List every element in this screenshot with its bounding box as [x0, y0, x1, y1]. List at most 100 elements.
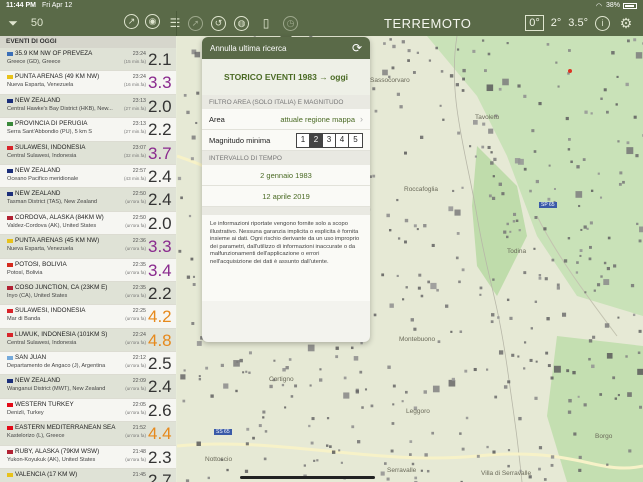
event-marker [281, 383, 285, 387]
area-section-label: FILTRO AREA (SOLO ITALIA) E MAGNITUDO [202, 95, 370, 109]
event-row[interactable]: VALENCIA (17 KM W) 21:45 2.7 [0, 469, 176, 482]
event-marker [388, 228, 392, 232]
event-row[interactable]: SULAWESI, INDONESIA Central Sulawesi, Ind… [0, 141, 176, 165]
event-row[interactable]: LUWUK, INDONESIA (101KM S) Central Sulawe… [0, 328, 176, 353]
event-ago: (un'ora fa) [125, 386, 146, 392]
event-marker [503, 385, 508, 389]
history-icon[interactable]: ↺ [211, 15, 226, 31]
event-marker [235, 389, 238, 393]
refresh-icon[interactable]: ⟳ [352, 41, 362, 55]
event-marker [603, 279, 610, 286]
list-header: EVENTI DI OGGI [0, 36, 176, 48]
count-icon[interactable]: 50 [28, 14, 46, 32]
globe-icon[interactable]: ◉ [145, 14, 160, 29]
event-time: 22:35 [132, 284, 146, 291]
event-row[interactable]: POTOSI, BOLIVIA Potosí, Bolivia 22:35 (un'o… [0, 259, 176, 282]
event-marker [423, 224, 427, 228]
status-time: 11:44 PM [6, 2, 36, 9]
event-row[interactable]: SAN JUAN Departamento de Angaco (J), Arge… [0, 352, 176, 376]
event-marker [288, 358, 292, 361]
event-magnitude: 4.8 [148, 330, 172, 350]
event-marker [180, 196, 183, 200]
date-from-field[interactable]: 2 gennaio 1983 [202, 165, 370, 186]
event-marker [264, 430, 268, 433]
event-marker [550, 455, 555, 459]
flag-icon [7, 262, 13, 267]
event-ago: (un'ora fa) [125, 246, 146, 252]
event-marker [568, 138, 571, 141]
event-marker [192, 283, 196, 286]
map-label-nottoscio: Nottoscio [205, 456, 233, 463]
event-magnitude: 2.2 [148, 283, 172, 303]
event-marker [607, 236, 611, 240]
locate-icon[interactable]: ➚ [188, 15, 203, 31]
event-row[interactable]: NEW ZEALAND Oceano Pacifico meridionale 22… [0, 165, 176, 189]
magnitude-option[interactable]: 5 [349, 133, 362, 147]
clock-icon[interactable]: ◷ [283, 15, 298, 31]
event-marker [588, 339, 593, 343]
event-row[interactable]: SULAWESI, INDONESIA Mar di Banda 22:25 (un'… [0, 305, 176, 329]
event-row[interactable]: PROVINCIA DI PERUGIA Serra Sant'Abbondio … [0, 118, 176, 142]
event-marker [501, 192, 505, 196]
flag-icon [7, 192, 13, 197]
event-marker [638, 239, 642, 243]
event-marker [579, 254, 582, 257]
document-icon[interactable]: ▯ [257, 14, 275, 32]
event-marker [191, 135, 196, 140]
event-marker [575, 191, 583, 198]
magnitude-option[interactable]: 2 [310, 133, 323, 147]
temperature-box[interactable]: 0° [525, 15, 544, 31]
road-sign-ss65: SS 65 [214, 429, 232, 435]
event-row[interactable]: NEW ZEALAND Central Hawke's Bay District … [0, 94, 176, 119]
event-row[interactable]: CORDOVA, ALASKA (84KM W) Valdez-Cordova (… [0, 212, 176, 236]
event-row[interactable]: RUBY, ALASKA (79KM WSW) Yukon-Koyukuk (AK… [0, 446, 176, 470]
compass-icon[interactable]: ↗ [124, 14, 139, 29]
event-marker [600, 275, 603, 278]
event-time: 21:48 [132, 448, 146, 455]
event-time: 23:24 [132, 74, 146, 81]
home-indicator[interactable] [240, 476, 375, 479]
event-marker [613, 264, 617, 268]
event-marker [617, 393, 620, 397]
event-row[interactable]: NEW ZEALAND Wanganui District (MWT), New … [0, 375, 176, 399]
event-place: NEW ZEALAND [15, 377, 61, 385]
event-row[interactable]: COSO JUNCTION, CA (23KM E) Inyo (CA), Uni… [0, 281, 176, 306]
event-row[interactable]: PUNTA ARENAS (49 KM NW) Nueva Esparta, Ve… [0, 71, 176, 95]
event-marker [486, 445, 489, 449]
magnitude-option[interactable]: 3 [323, 133, 336, 147]
event-marker [497, 316, 500, 319]
filter-icon[interactable]: ⏷ [4, 14, 22, 32]
event-marker [627, 392, 632, 397]
event-marker [517, 84, 521, 88]
event-marker [244, 469, 249, 473]
event-marker [461, 268, 465, 272]
event-place: COSO JUNCTION, CA (23KM E) [15, 283, 108, 291]
world-icon[interactable]: ◍ [234, 15, 249, 31]
magnitude-selector[interactable]: 12345 [296, 132, 363, 148]
event-row[interactable]: WESTERN TURKEY Denizli, Turkey 22:05 (un'or… [0, 399, 176, 423]
event-marker [550, 463, 554, 467]
area-field[interactable]: Area attuale regione mappa › [202, 109, 370, 130]
event-row[interactable]: PUNTA ARENAS (45 KM NW) Nueva Esparta, Ve… [0, 235, 176, 259]
event-marker [401, 400, 404, 403]
flag-icon [7, 285, 13, 290]
event-row[interactable]: 35.9 KM NW OF PREVEZA Greece (GD), Greece… [0, 48, 176, 72]
event-marker [506, 41, 509, 45]
flag-icon [7, 145, 13, 150]
event-row[interactable]: NEW ZEALAND Tasman District (TAS), New Ze… [0, 188, 176, 212]
info-icon[interactable]: i [595, 15, 610, 31]
magnitude-option[interactable]: 4 [336, 133, 349, 147]
event-marker [464, 369, 468, 373]
event-marker [556, 286, 560, 290]
undo-search-button[interactable]: Annulla ultima ricerca [210, 44, 286, 53]
list-icon[interactable]: ☰ [166, 14, 184, 32]
event-marker [511, 353, 515, 357]
event-marker [590, 189, 594, 193]
chevron-right-icon: › [360, 114, 363, 124]
event-list[interactable]: EVENTI DI OGGI 35.9 KM NW OF PREVEZA Gree… [0, 36, 176, 482]
magnitude-option[interactable]: 1 [297, 133, 310, 147]
date-to-field[interactable]: 12 aprile 2019 [202, 186, 370, 207]
event-row[interactable]: EASTERN MEDITERRANEAN SEA Kastelorizo (L)… [0, 422, 176, 446]
event-marker [535, 179, 539, 184]
gear-icon[interactable]: ⚙ [617, 14, 635, 32]
